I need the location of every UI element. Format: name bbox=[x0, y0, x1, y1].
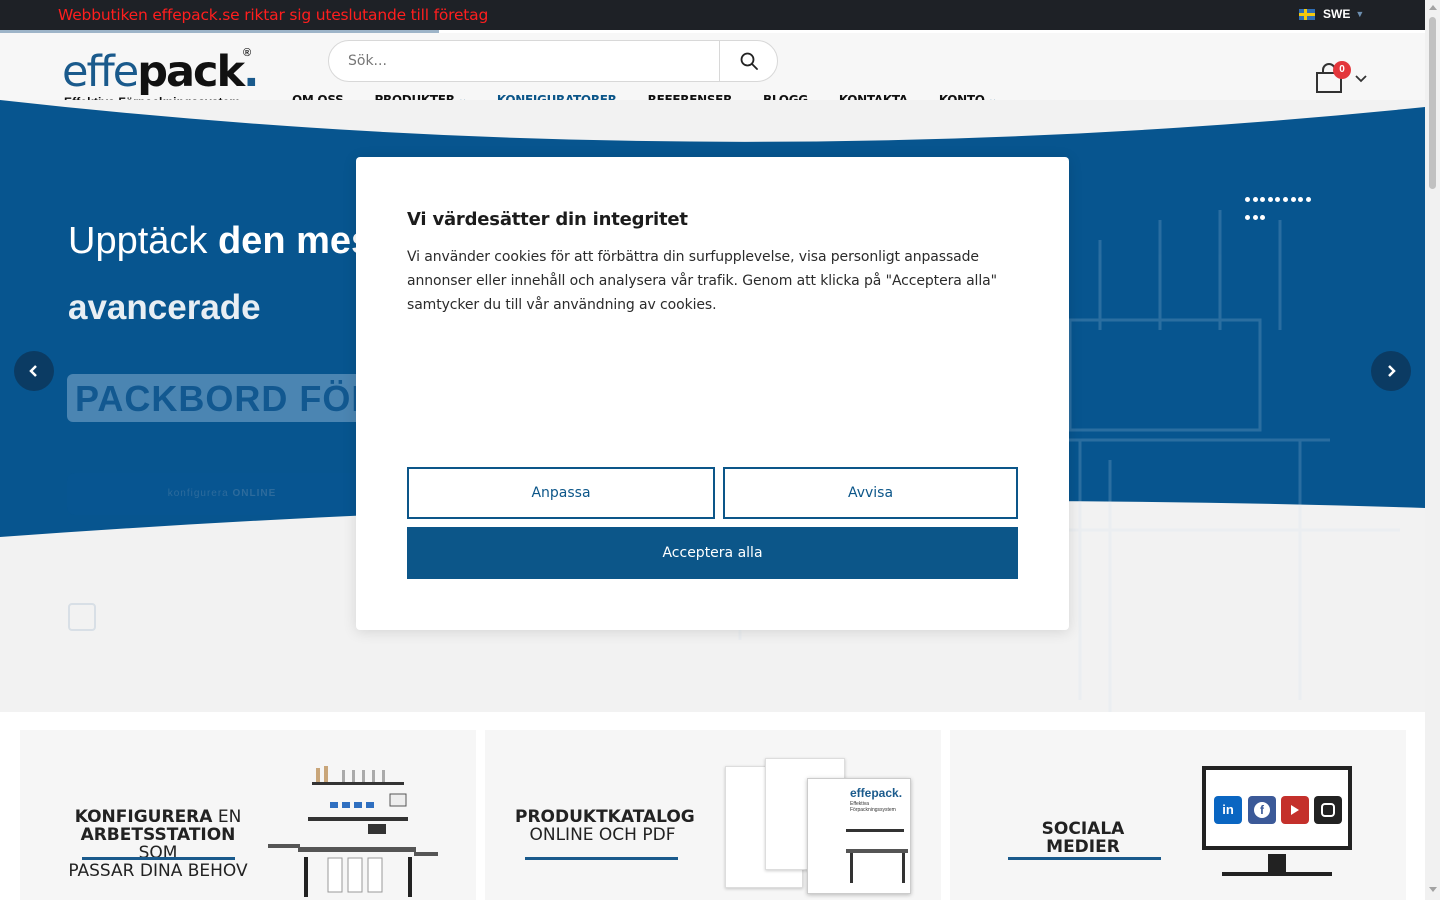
b2b-notice: Webbutiken effepack.se riktar sig uteslu… bbox=[58, 6, 489, 24]
promo-cards: KONFIGURERA EN ARBETSSTATION SOM PASSAR … bbox=[0, 712, 1425, 900]
catalog-mini-logo: effepack. bbox=[850, 786, 903, 800]
search-bar bbox=[328, 40, 778, 82]
customize-button[interactable]: Anpassa bbox=[407, 467, 715, 519]
cookie-dialog-title: Vi värdesätter din integritet bbox=[407, 209, 688, 230]
linkedin-icon[interactable]: in bbox=[1214, 796, 1242, 824]
search-input[interactable] bbox=[329, 41, 719, 81]
workstation-illustration bbox=[268, 766, 438, 897]
scroll-up-arrow[interactable] bbox=[1429, 5, 1437, 10]
catalog-mini-tagline: Effektiva Förpackningssystem bbox=[850, 801, 896, 813]
registered-mark: ® bbox=[243, 47, 252, 59]
catalog-card-title: PRODUKTKATALOG ONLINE OCH PDF bbox=[515, 807, 695, 845]
top-announcement-bar: Webbutiken effepack.se riktar sig uteslu… bbox=[0, 0, 1425, 30]
swedish-flag-icon bbox=[1299, 8, 1315, 20]
logo-wordmark: effepack. bbox=[62, 47, 259, 97]
chevron-left-icon bbox=[29, 365, 37, 377]
reject-button[interactable]: Avvisa bbox=[723, 467, 1018, 519]
hero-heading-line2: avancerade bbox=[68, 288, 261, 327]
cart-button[interactable]: 0 bbox=[1313, 61, 1351, 99]
slider-prev-button[interactable] bbox=[14, 351, 54, 391]
card-underline bbox=[525, 857, 678, 860]
language-label: SWE bbox=[1323, 7, 1351, 21]
catalog-illustration: effepack. Effektiva Förpackningssystem bbox=[725, 758, 915, 896]
cookie-consent-dialog: Vi värdesätter din integritet Vi använde… bbox=[356, 157, 1069, 630]
page-scrollbar[interactable] bbox=[1425, 0, 1440, 900]
chevron-down-icon: ▼ bbox=[1355, 9, 1365, 19]
product-catalog-card[interactable]: PRODUKTKATALOG ONLINE OCH PDF effepack. … bbox=[485, 730, 941, 900]
cookie-dialog-body: Vi använder cookies för att förbättra di… bbox=[407, 249, 997, 313]
social-media-card[interactable]: SOCIALA MEDIER in f bbox=[950, 730, 1406, 900]
monitor-base bbox=[1222, 872, 1332, 876]
scroll-down-arrow[interactable] bbox=[1429, 887, 1437, 892]
configure-workstation-card[interactable]: KONFIGURERA EN ARBETSSTATION SOM PASSAR … bbox=[20, 730, 476, 900]
configure-card-title: KONFIGURERA EN ARBETSSTATION SOM PASSAR … bbox=[68, 807, 248, 881]
language-selector[interactable]: SWE ▼ bbox=[1299, 7, 1364, 21]
youtube-icon[interactable] bbox=[1281, 796, 1309, 824]
monitor-stand bbox=[1268, 854, 1286, 872]
instagram-icon[interactable] bbox=[1314, 796, 1342, 824]
slider-next-button[interactable] bbox=[1371, 351, 1411, 391]
hero-small-icon bbox=[68, 603, 96, 631]
card-underline bbox=[1008, 857, 1161, 860]
social-card-title: SOCIALA MEDIER bbox=[1041, 819, 1125, 857]
card-underline bbox=[82, 857, 235, 860]
search-button[interactable] bbox=[719, 41, 777, 81]
chevron-right-icon bbox=[1388, 365, 1396, 377]
scrollbar-thumb[interactable] bbox=[1429, 17, 1436, 189]
configure-online-button[interactable]: konfigurera ONLINE bbox=[67, 473, 377, 515]
accept-all-button[interactable]: Acceptera alla bbox=[407, 527, 1018, 579]
monitor-illustration: in f bbox=[1202, 766, 1352, 850]
hero-heading-line1: Upptäck den mest bbox=[68, 220, 385, 262]
hero-decoration-dots bbox=[1245, 193, 1317, 229]
facebook-icon[interactable]: f bbox=[1248, 796, 1276, 824]
cart-count-badge: 0 bbox=[1333, 61, 1351, 79]
search-icon bbox=[740, 52, 758, 70]
chevron-down-icon[interactable] bbox=[1354, 72, 1368, 86]
